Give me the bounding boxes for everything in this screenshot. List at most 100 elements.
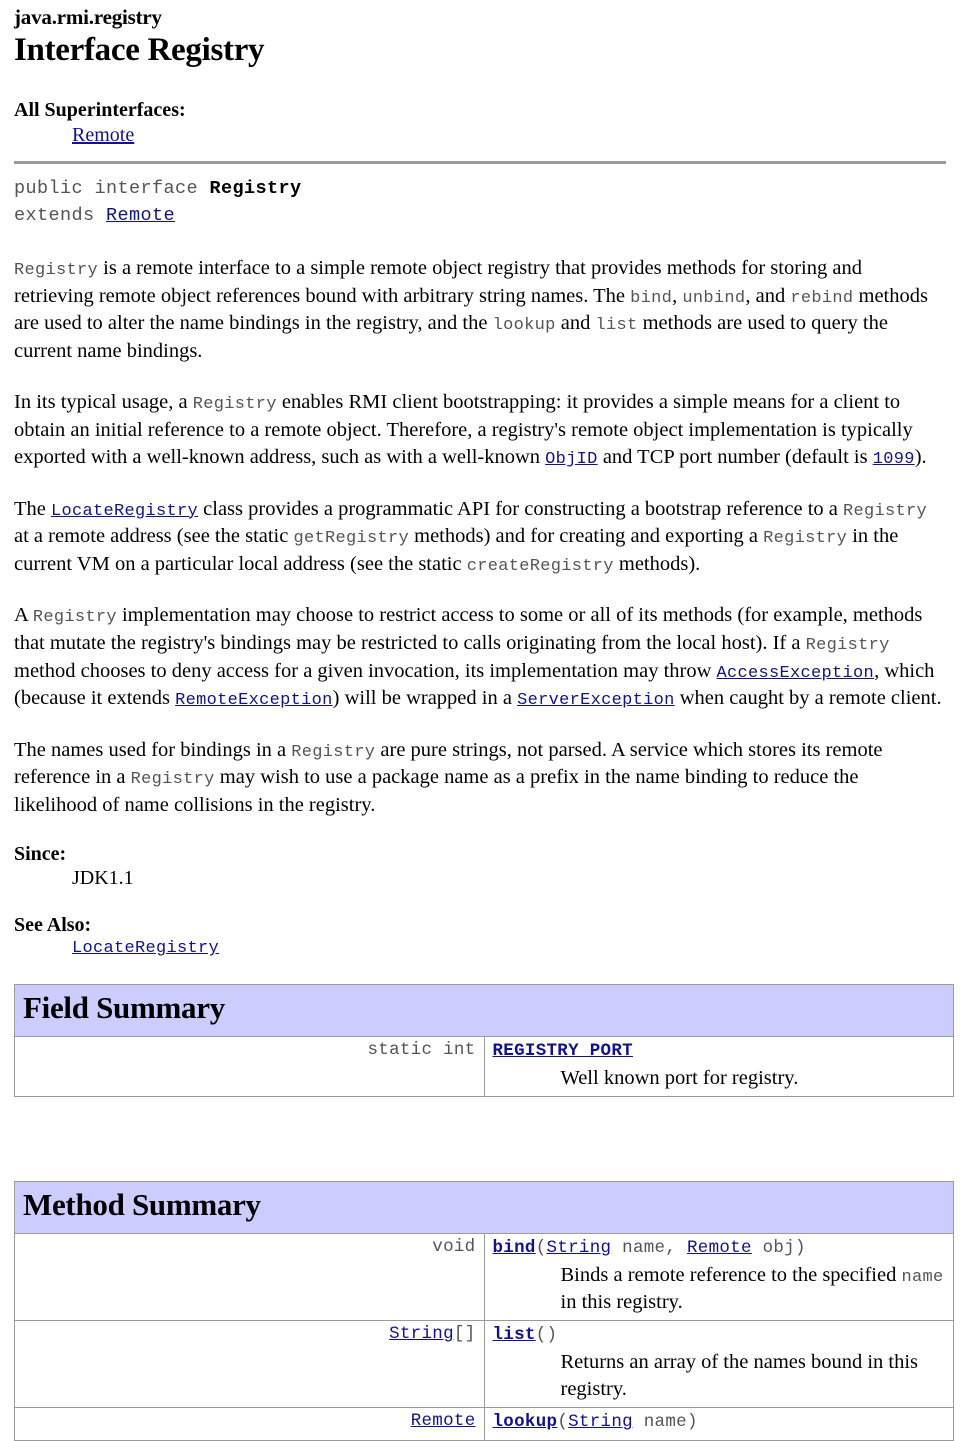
field-summary-table: Field Summary static int REGISTRY_PORT W… bbox=[14, 984, 954, 1098]
code-registry-3: Registry bbox=[843, 501, 928, 521]
p2-text-1: In its typical usage, a bbox=[14, 391, 193, 414]
code-rebind: rebind bbox=[790, 288, 854, 308]
p1-text-2: , bbox=[672, 284, 683, 307]
method-detail-cell: list() Returns an array of the names bou… bbox=[483, 1320, 954, 1409]
param-name-1-bind: name, bbox=[611, 1237, 687, 1258]
link-return-type-remote[interactable]: Remote bbox=[411, 1411, 476, 1431]
description-paragraph-2: In its typical usage, a Registry enables… bbox=[14, 389, 946, 471]
code-list: list bbox=[595, 316, 638, 336]
link-param-type-string-lookup[interactable]: String bbox=[568, 1412, 633, 1432]
code-registry-4: Registry bbox=[763, 529, 848, 549]
link-accessexception[interactable]: AccessException bbox=[717, 664, 875, 683]
method-summary-band: Method Summary bbox=[14, 1181, 954, 1234]
code-registry-2: Registry bbox=[192, 395, 277, 415]
sig-open-paren-list: ( bbox=[535, 1325, 547, 1346]
sig-close-paren-bind: ) bbox=[795, 1237, 806, 1258]
field-detail-cell: REGISTRY_PORT Well known port for regist… bbox=[483, 1035, 954, 1098]
param-name-1-lookup: name bbox=[632, 1412, 687, 1433]
table-row: String[] list() Returns an array of the … bbox=[14, 1320, 954, 1409]
code-registry-7: Registry bbox=[291, 742, 376, 762]
table-row: void bind(String name, Remote obj) Binds… bbox=[14, 1232, 954, 1322]
description-paragraph-3: The LocateRegistry class provides a prog… bbox=[14, 496, 946, 579]
method-description: Binds a remote reference to the specifie… bbox=[561, 1262, 948, 1316]
code-registry-8: Registry bbox=[130, 770, 215, 790]
link-serverexception[interactable]: ServerException bbox=[517, 691, 675, 710]
method-return-type-cell: void bbox=[14, 1232, 485, 1322]
p1-text-3: , and bbox=[745, 284, 791, 307]
field-summary-header-row: Field Summary bbox=[14, 984, 954, 1037]
link-1099[interactable]: 1099 bbox=[873, 450, 915, 469]
param-name-2-bind: obj bbox=[751, 1237, 795, 1258]
link-remoteexception[interactable]: RemoteException bbox=[175, 691, 333, 710]
code-registry-6: Registry bbox=[805, 635, 890, 655]
method-signature: bind(String name, Remote obj) bbox=[493, 1237, 948, 1261]
p4-text-2: implementation may choose to restrict ac… bbox=[14, 604, 923, 654]
table-row: static int REGISTRY_PORT Well known port… bbox=[14, 1035, 954, 1098]
code-getregistry: getRegistry bbox=[293, 529, 410, 549]
method-summary-title: Method Summary bbox=[23, 1187, 261, 1223]
header-divider bbox=[14, 161, 946, 165]
code-registry-5: Registry bbox=[32, 608, 117, 628]
class-declaration: public interface Registry extends Remote bbox=[14, 176, 946, 229]
table-row: Remote lookup(String name) bbox=[14, 1407, 954, 1441]
link-param-type-string-bind[interactable]: String bbox=[547, 1238, 612, 1258]
p2-text-4: ). bbox=[914, 445, 927, 468]
since-label: Since: bbox=[14, 843, 67, 866]
link-return-type-string[interactable]: String bbox=[389, 1324, 454, 1344]
declaration-name: Registry bbox=[209, 178, 302, 200]
see-also-value: LocateRegistry bbox=[72, 938, 946, 958]
link-locateregistry-see-also[interactable]: LocateRegistry bbox=[72, 939, 219, 958]
link-remote-superinterface[interactable]: Remote bbox=[72, 124, 134, 146]
link-method-bind[interactable]: bind bbox=[493, 1238, 536, 1258]
field-summary-band: Field Summary bbox=[14, 984, 954, 1037]
p2-text-3: and TCP port number (default is bbox=[597, 445, 873, 468]
link-locateregistry[interactable]: LocateRegistry bbox=[51, 502, 198, 521]
code-createregistry: createRegistry bbox=[466, 556, 614, 576]
description-paragraph-1: Registry is a remote interface to a simp… bbox=[14, 255, 946, 365]
p4-text-6: when caught by a remote client. bbox=[674, 687, 942, 710]
sig-close-paren-lookup: ) bbox=[686, 1412, 698, 1433]
p4-text-5: ) will be wrapped in a bbox=[332, 687, 518, 710]
description-paragraph-5: The names used for bindings in a Registr… bbox=[14, 737, 946, 819]
method-return-type-cell: String[] bbox=[14, 1320, 485, 1409]
p3-text-1: The bbox=[14, 497, 51, 520]
p4-text-1: A bbox=[14, 604, 33, 627]
link-remote-extends[interactable]: Remote bbox=[106, 205, 175, 226]
method-description: Returns an array of the names bound in t… bbox=[560, 1350, 919, 1400]
method-return-type-cell: Remote bbox=[14, 1407, 485, 1441]
declaration-modifiers: public interface bbox=[14, 178, 210, 200]
return-type-array-suffix: [] bbox=[453, 1324, 476, 1345]
declaration-extends-keyword: extends bbox=[14, 204, 107, 226]
field-type-cell: static int bbox=[14, 1035, 485, 1098]
field-signature: REGISTRY_PORT bbox=[493, 1040, 948, 1064]
p1-text-5: and bbox=[555, 312, 596, 335]
sig-close-paren-list: ) bbox=[546, 1325, 558, 1346]
sig-open-paren-lookup: ( bbox=[557, 1412, 569, 1433]
link-method-list[interactable]: list bbox=[493, 1325, 536, 1345]
link-param-type-remote-bind[interactable]: Remote bbox=[687, 1238, 752, 1258]
method-signature: list() bbox=[493, 1324, 948, 1348]
method-detail-cell: lookup(String name) bbox=[483, 1407, 954, 1441]
desc-pre-bind: Binds a remote reference to the specifie… bbox=[560, 1263, 902, 1286]
code-unbind: unbind bbox=[682, 288, 746, 308]
p3-text-6: methods). bbox=[613, 552, 701, 575]
code-lookup: lookup bbox=[492, 316, 556, 336]
desc-post-bind: in this registry. bbox=[560, 1290, 683, 1313]
link-registry-port[interactable]: REGISTRY_PORT bbox=[493, 1041, 633, 1061]
p3-text-2: class provides a programmatic API for co… bbox=[198, 497, 843, 520]
link-method-lookup[interactable]: lookup bbox=[493, 1412, 558, 1432]
code-bind: bind bbox=[630, 288, 673, 308]
field-summary-title: Field Summary bbox=[23, 990, 225, 1026]
all-superinterfaces-label: All Superinterfaces: bbox=[14, 99, 186, 122]
javadoc-page: java.rmi.registry Interface Registry All… bbox=[0, 0, 960, 1441]
code-name-param: name bbox=[901, 1267, 944, 1287]
method-summary-header-row: Method Summary bbox=[14, 1181, 954, 1234]
sig-open-paren-bind: ( bbox=[535, 1237, 547, 1258]
superinterfaces-list: Remote bbox=[72, 124, 946, 147]
method-signature: lookup(String name) bbox=[493, 1411, 948, 1435]
p5-text-1: The names used for bindings in a bbox=[14, 738, 292, 761]
description-paragraph-4: A Registry implementation may choose to … bbox=[14, 602, 946, 712]
field-description: Well known port for registry. bbox=[560, 1066, 799, 1089]
link-objid[interactable]: ObjID bbox=[545, 450, 598, 469]
method-detail-cell: bind(String name, Remote obj) Binds a re… bbox=[483, 1232, 954, 1322]
